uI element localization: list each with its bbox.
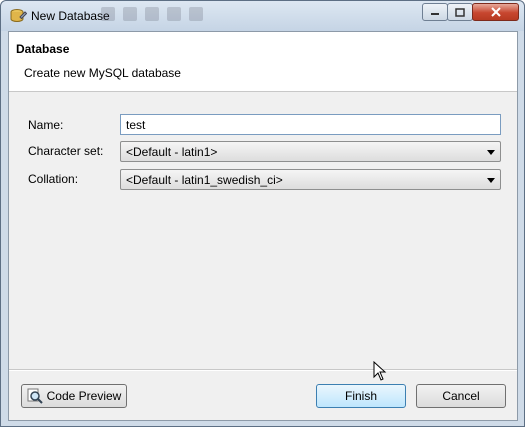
magnifier-icon	[27, 388, 43, 404]
new-database-dialog: New Database Database Create new MySQL d…	[0, 0, 525, 427]
background-toolbar-icons	[101, 7, 251, 23]
collation-select[interactable]: <Default - latin1_swedish_ci>	[120, 169, 501, 190]
name-field[interactable]	[120, 114, 501, 135]
cancel-button[interactable]: Cancel	[416, 384, 506, 408]
page-description: Create new MySQL database	[24, 66, 181, 80]
dropdown-arrow-icon	[487, 178, 495, 183]
close-button[interactable]	[472, 3, 519, 21]
maximize-button[interactable]	[447, 3, 473, 21]
wizard-header: Database Create new MySQL database	[9, 32, 517, 92]
name-label: Name:	[28, 118, 64, 132]
minimize-icon	[431, 13, 439, 15]
cancel-label: Cancel	[442, 389, 480, 403]
finish-label: Finish	[344, 389, 377, 403]
finish-button[interactable]: Finish	[316, 384, 406, 408]
minimize-button[interactable]	[422, 3, 448, 21]
window-title: New Database	[31, 9, 110, 23]
charset-value: <Default - latin1>	[126, 145, 218, 159]
collation-label: Collation:	[28, 172, 79, 186]
dropdown-arrow-icon	[487, 150, 495, 155]
database-wizard-icon	[10, 9, 27, 22]
button-bar-divider	[9, 369, 517, 371]
title-bar[interactable]: New Database	[1, 1, 524, 31]
charset-select[interactable]: <Default - latin1>	[120, 141, 501, 162]
charset-label: Character set:	[28, 144, 104, 158]
close-icon	[490, 7, 501, 17]
mouse-pointer-icon	[373, 361, 387, 381]
code-preview-button[interactable]: Code Preview	[21, 384, 127, 408]
page-title: Database	[16, 42, 70, 56]
dialog-content: Database Create new MySQL database Name:…	[8, 31, 518, 421]
collation-value: <Default - latin1_swedish_ci>	[126, 173, 283, 187]
code-preview-label: Code Preview	[46, 389, 122, 403]
maximize-icon	[455, 7, 465, 17]
